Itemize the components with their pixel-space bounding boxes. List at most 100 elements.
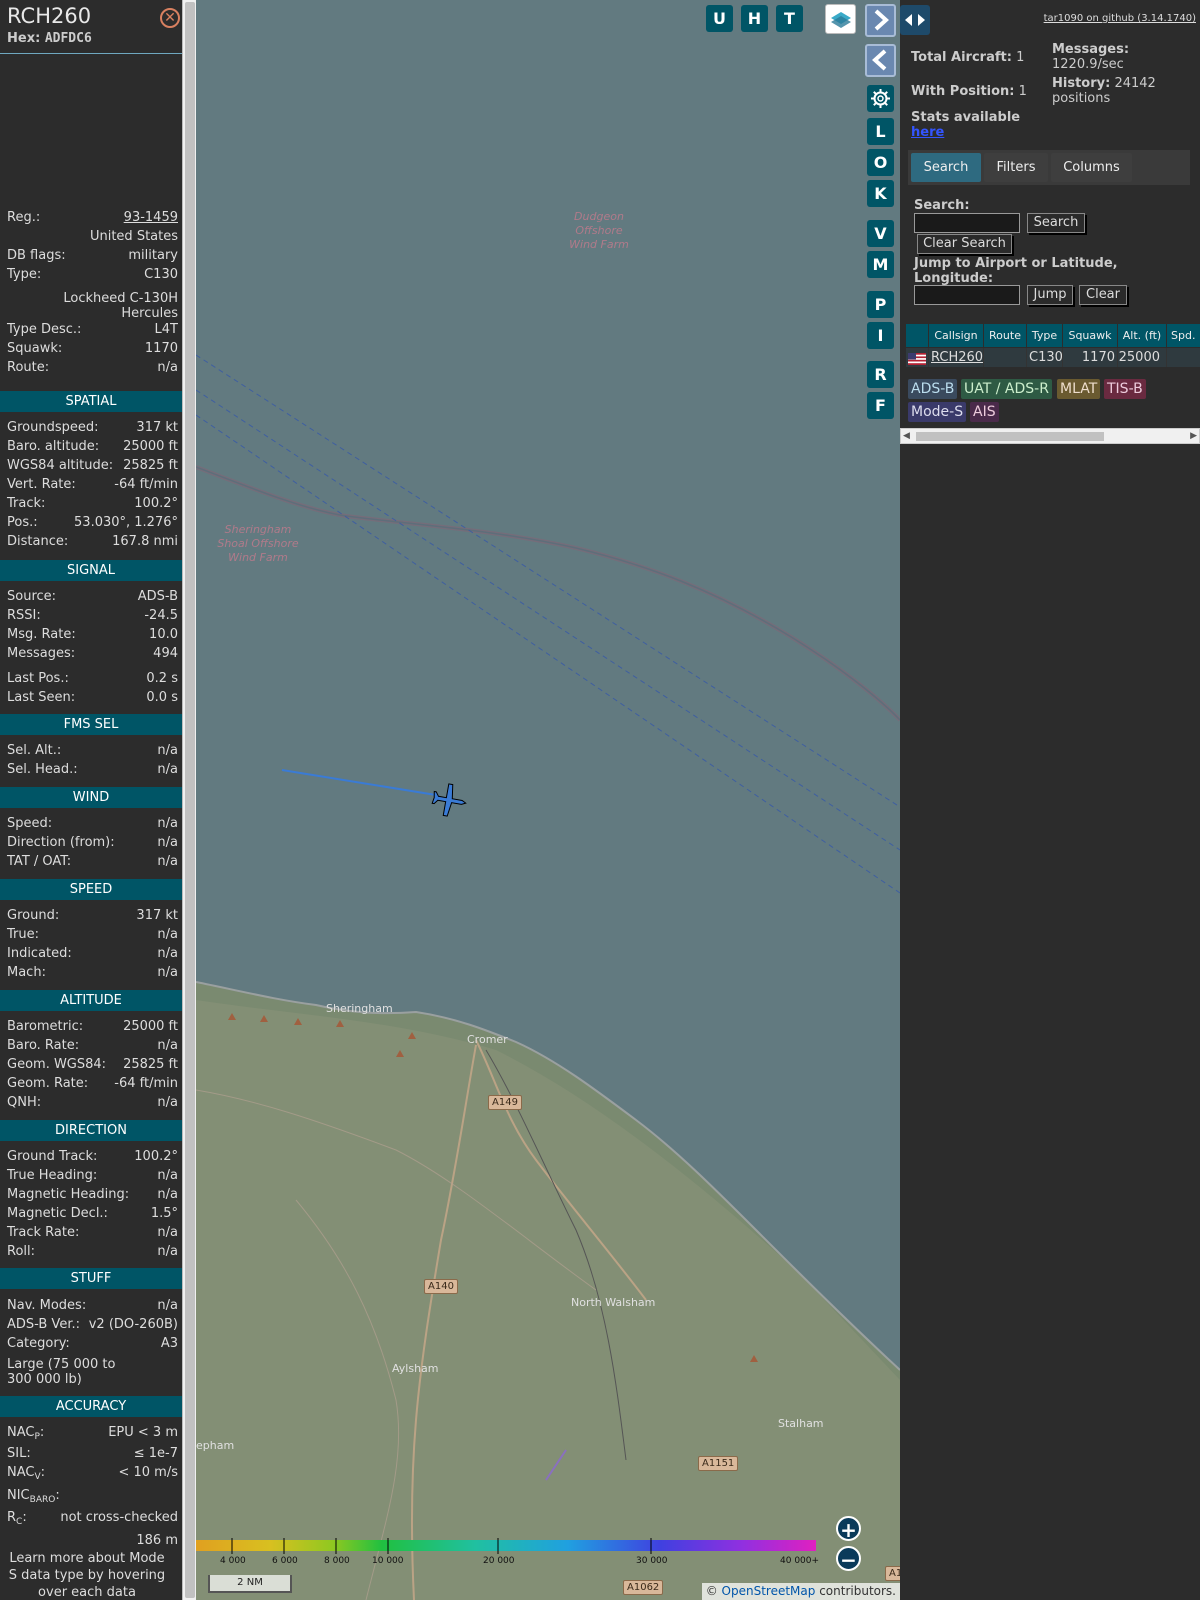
speed-label: Ground: xyxy=(7,908,60,923)
clear-jump-button[interactable]: Clear xyxy=(1079,285,1127,305)
spatial-value: 53.030°, 1.276° xyxy=(74,515,178,530)
section-header-accuracy: ACCURACY xyxy=(0,1396,182,1417)
header-type[interactable]: Type xyxy=(1027,324,1062,347)
aircraft-track-trail xyxy=(281,769,437,796)
direction-value: 100.2° xyxy=(134,1149,178,1164)
jump-input[interactable] xyxy=(914,285,1020,305)
map-attribution: © OpenStreetMap contributors. xyxy=(701,1583,900,1600)
map-button-t[interactable]: T xyxy=(776,5,803,32)
header-speed[interactable]: Spd. xyxy=(1167,324,1200,347)
hex-value: ADFDC6 xyxy=(44,31,92,46)
signal-value: 494 xyxy=(153,646,178,661)
wind-row: Direction (from): n/a xyxy=(7,835,178,854)
altitude-label: Barometric: xyxy=(7,1019,84,1034)
stats-here-link[interactable]: here xyxy=(911,125,944,140)
clear-search-button[interactable]: Clear Search xyxy=(917,234,1012,254)
map-button-f[interactable]: F xyxy=(867,392,894,419)
direction-value: n/a xyxy=(157,1187,178,1202)
navmodes-row: Nav. Modes: n/a xyxy=(7,1298,178,1317)
map-button-u[interactable]: U xyxy=(706,5,733,32)
header-flag[interactable] xyxy=(906,324,928,347)
zoom-out-button[interactable]: − xyxy=(836,1546,861,1572)
table-row[interactable]: RCH260 C130 1170 25000 xyxy=(906,348,1200,367)
direction-row: Ground Track: 100.2° xyxy=(7,1149,178,1168)
header-squawk[interactable]: Squawk xyxy=(1063,324,1117,347)
search-input[interactable] xyxy=(914,213,1020,233)
map-button-r[interactable]: R xyxy=(867,361,894,388)
speed-value: 317 kt xyxy=(136,908,178,923)
layers-icon xyxy=(831,12,851,28)
map-button-v[interactable]: V xyxy=(867,220,894,247)
scroll-left-arrow-icon[interactable]: ◀ xyxy=(903,431,910,441)
spatial-value: 100.2° xyxy=(134,496,178,511)
shipping-lane-1 xyxy=(196,354,900,808)
search-button[interactable]: Search xyxy=(1027,213,1085,233)
scroll-right-arrow-icon[interactable]: ▶ xyxy=(1190,431,1197,441)
route-label: Route: xyxy=(7,360,50,375)
rc-label: RC: xyxy=(7,1510,27,1527)
left-panel-scrollbar[interactable] xyxy=(182,0,196,1600)
header-route[interactable]: Route xyxy=(984,324,1026,347)
section-header-stuff: STUFF xyxy=(0,1268,182,1289)
github-version-link[interactable]: tar1090 on github (3.14.1740) xyxy=(1044,13,1196,24)
zoom-in-button[interactable]: + xyxy=(836,1516,861,1542)
close-icon[interactable]: ✕ xyxy=(160,8,180,28)
wind-value: n/a xyxy=(157,835,178,850)
map-button-m[interactable]: M xyxy=(867,251,894,278)
jump-button[interactable]: Jump xyxy=(1027,285,1073,305)
squawk-row: Squawk: 1170 xyxy=(7,341,178,360)
type-name: Lockheed C-130H Hercules xyxy=(7,291,178,321)
town-cromer: Cromer xyxy=(467,1033,508,1046)
altitude-tick-1: 4 000 xyxy=(220,1556,246,1566)
altitude-tick-4: 10 000 xyxy=(372,1556,404,1566)
altitude-value: 25000 ft xyxy=(123,1019,178,1034)
stats-available-label: Stats available xyxy=(911,110,1021,125)
section-header-wind: WIND xyxy=(0,787,182,808)
altitude-tick-5: 20 000 xyxy=(483,1556,515,1566)
map-button-l[interactable]: L xyxy=(867,118,894,145)
header-altitude[interactable]: Alt. (ft) xyxy=(1118,324,1166,347)
altitude-tick-6: 30 000 xyxy=(636,1556,668,1566)
speed-label: Indicated: xyxy=(7,946,72,961)
nacp-value: EPU < 3 m xyxy=(108,1425,178,1440)
section-header-signal: SIGNAL xyxy=(0,560,182,581)
map-view[interactable]: Dudgeon Offshore Wind Farm Sheringham Sh… xyxy=(196,0,900,1600)
altitude-label: Geom. Rate: xyxy=(7,1076,89,1091)
type-label: Type: xyxy=(7,267,42,282)
tab-search[interactable]: Search xyxy=(911,153,981,182)
fms-label: Sel. Head.: xyxy=(7,762,78,777)
nacv-value: < 10 m/s xyxy=(118,1465,178,1480)
direction-row: Magnetic Heading: n/a xyxy=(7,1187,178,1206)
table-horizontal-scrollbar[interactable]: ◀ ▶ xyxy=(900,428,1200,444)
header-callsign[interactable]: Callsign xyxy=(929,324,983,347)
land-tint xyxy=(196,1000,900,1600)
toggle-sidebar-button[interactable] xyxy=(900,5,930,35)
tab-columns[interactable]: Columns xyxy=(1051,153,1132,182)
wind-label: TAT / OAT: xyxy=(7,854,72,869)
aircraft-info-panel: RCH260 Hex: ADFDC6 ✕ Reg.: 93-1459 Unite… xyxy=(0,0,185,1600)
layers-button[interactable] xyxy=(825,4,856,34)
map-button-h[interactable]: H xyxy=(741,5,768,32)
category-desc: Large (75 000 to 300 000 lb) xyxy=(7,1357,116,1387)
direction-label: Magnetic Heading: xyxy=(7,1187,130,1202)
typedesc-label: Type Desc.: xyxy=(7,322,82,337)
left-scrollbar-thumb[interactable] xyxy=(185,2,195,1598)
category-value: A3 xyxy=(160,1336,178,1351)
nacv-label-text: NAC xyxy=(7,1465,35,1480)
tab-filters[interactable]: Filters xyxy=(984,153,1048,182)
dudgeon-wind-farm-label: Dudgeon Offshore Wind Farm xyxy=(554,210,644,252)
signal-label: Last Seen: xyxy=(7,690,76,705)
map-button-i[interactable]: I xyxy=(867,322,894,349)
settings-button[interactable] xyxy=(867,85,894,112)
map-button-p[interactable]: P xyxy=(867,291,894,318)
signal-value: -24.5 xyxy=(144,608,178,623)
row-callsign[interactable]: RCH260 xyxy=(929,348,983,367)
expand-right-button[interactable] xyxy=(865,4,896,37)
map-button-k[interactable]: K xyxy=(867,180,894,207)
hscroll-thumb[interactable] xyxy=(916,432,1104,441)
stats-available: Stats available here xyxy=(911,110,1020,140)
map-button-o[interactable]: O xyxy=(867,149,894,176)
openstreetmap-link[interactable]: OpenStreetMap xyxy=(722,1584,816,1598)
collapse-left-button[interactable] xyxy=(865,44,896,77)
registration-link[interactable]: 93-1459 xyxy=(124,210,178,225)
